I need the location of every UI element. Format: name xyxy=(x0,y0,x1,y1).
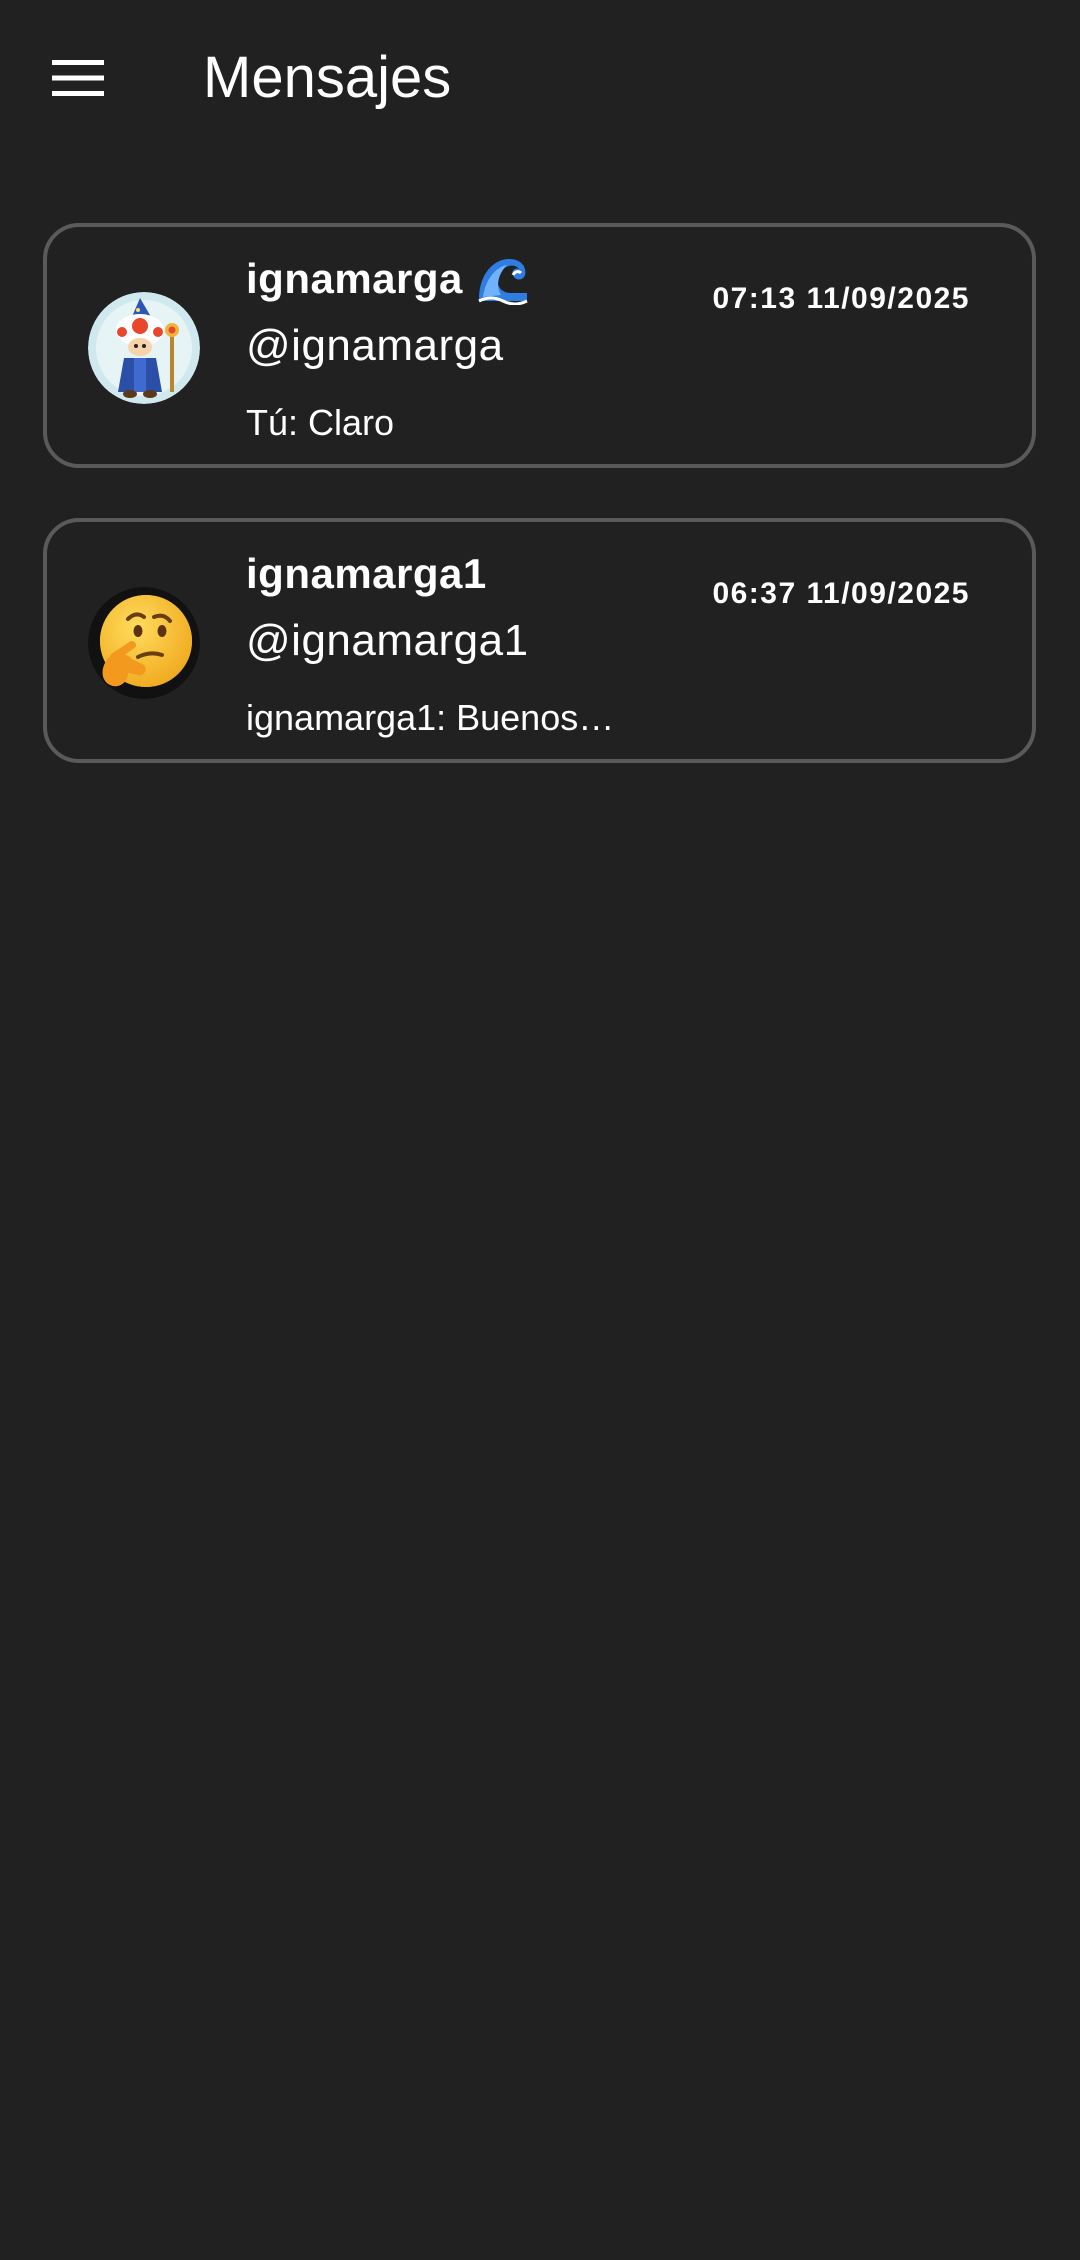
page-title: Mensajes xyxy=(203,45,452,110)
top-app-bar: Mensajes xyxy=(0,0,1080,154)
avatar xyxy=(88,292,200,404)
message-timestamp: 07:13 11/09/2025 xyxy=(712,282,970,315)
last-message-preview: Tú: Claro xyxy=(246,402,395,443)
menu-icon xyxy=(52,60,104,96)
toad-wizard-avatar-icon xyxy=(88,292,200,404)
thinking-face-avatar-icon xyxy=(88,587,200,699)
contact-name: ignamarga xyxy=(246,255,463,302)
avatar xyxy=(88,587,200,699)
last-message-preview: ignamarga1: Buenos… xyxy=(246,697,615,738)
conversation-item[interactable]: ignamarga1 @ignamarga1 ignamarga1: Bueno… xyxy=(43,518,1036,763)
contact-handle: @ignamarga1 xyxy=(246,616,529,665)
contact-name: ignamarga1 xyxy=(246,550,487,597)
contact-handle: @ignamarga xyxy=(246,321,504,370)
wave-emoji-icon xyxy=(475,253,529,306)
conversation-item[interactable]: ignamarga @ignamarga Tú: Claro 07:13 11/… xyxy=(43,223,1036,468)
contact-name-row: ignamarga1 xyxy=(246,548,487,600)
messages-screen: Mensajes ignamarga @ignamarga Tú: Claro … xyxy=(0,0,1080,2260)
menu-button[interactable] xyxy=(30,30,126,126)
message-timestamp: 06:37 11/09/2025 xyxy=(712,577,970,610)
contact-name-row: ignamarga xyxy=(246,253,529,306)
